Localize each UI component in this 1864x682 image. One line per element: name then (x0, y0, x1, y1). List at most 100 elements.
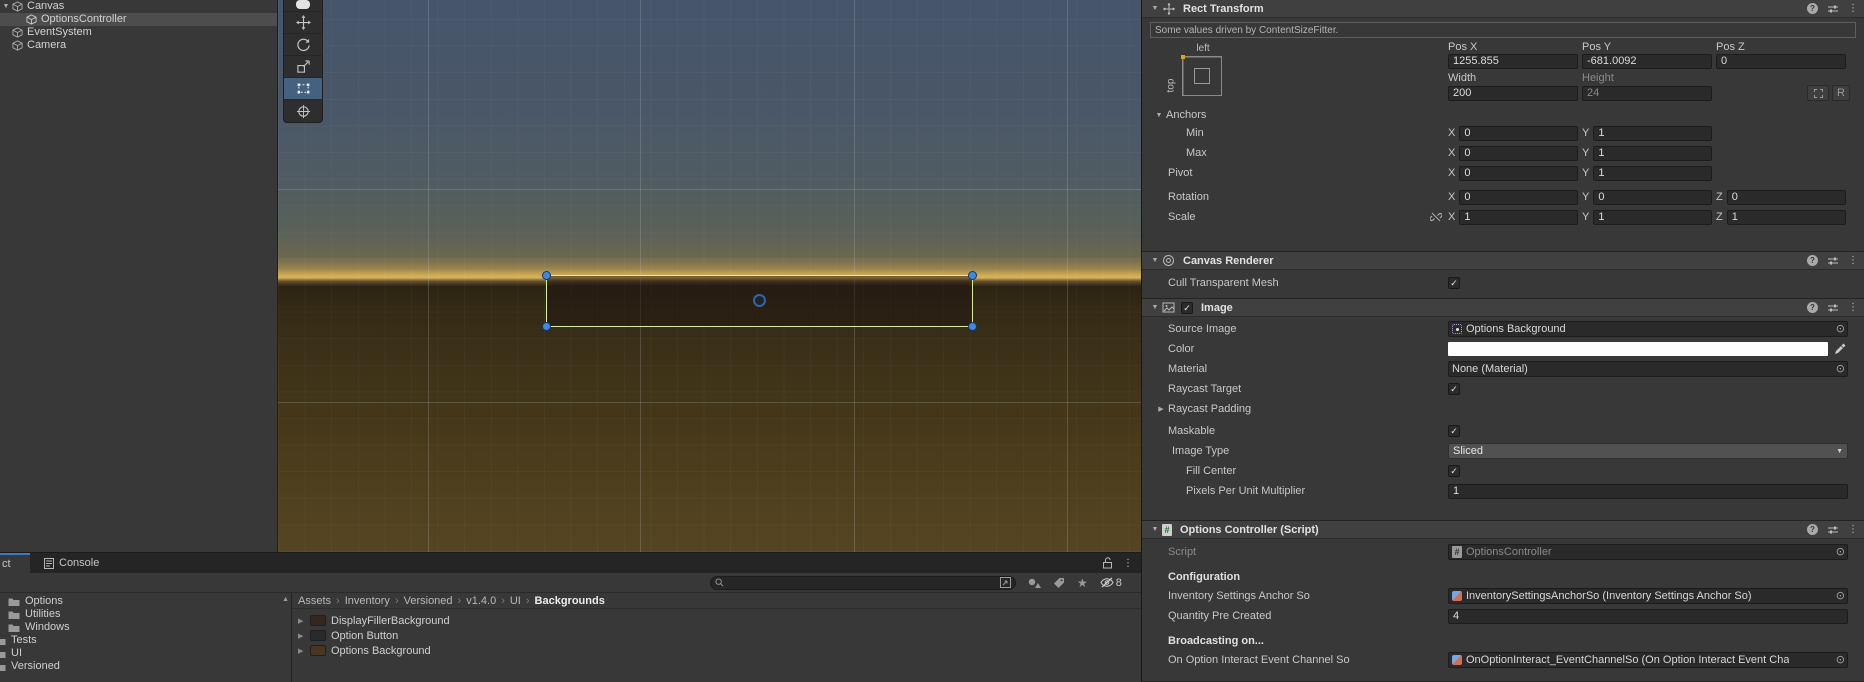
hierarchy-item-camera[interactable]: Camera (0, 39, 277, 52)
unlock-icon[interactable] (1102, 557, 1113, 569)
anchor-min-x-field[interactable]: 0 (1459, 125, 1578, 141)
canvas-renderer-header[interactable]: ▼ Canvas Renderer ? ⋮ (1142, 252, 1864, 270)
selected-rect-gizmo[interactable] (542, 271, 977, 331)
breadcrumb-item[interactable]: UI (510, 595, 521, 607)
scene-view[interactable] (278, 0, 1141, 552)
help-icon[interactable]: ? (1807, 524, 1818, 535)
cull-transparent-mesh-checkbox[interactable]: ✓ (1448, 277, 1460, 289)
pivot-handle[interactable] (752, 294, 766, 307)
hierarchy-item-optionscontroller[interactable]: OptionsController (0, 13, 277, 26)
pos-x-field[interactable]: 1255.855 (1448, 54, 1578, 69)
breadcrumb-item[interactable]: v1.4.0 (466, 595, 496, 607)
expander-icon[interactable]: ▶ (298, 617, 310, 625)
options-controller-header[interactable]: ▼ # Options Controller (Script) ? ⋮ (1142, 521, 1864, 539)
favorites-star-icon[interactable]: ★ (1077, 576, 1088, 590)
help-icon[interactable]: ? (1807, 3, 1818, 14)
anchor-min-y-field[interactable]: 1 (1593, 125, 1712, 141)
scale-x-field[interactable]: 1 (1459, 209, 1578, 225)
width-field[interactable]: 200 (1448, 85, 1578, 101)
transform-tool-button[interactable] (284, 100, 322, 122)
inventory-settings-anchor-field[interactable]: InventorySettingsAnchorSo (Inventory Set… (1448, 588, 1848, 604)
foldout-icon[interactable]: ▼ (1148, 304, 1162, 311)
hierarchy-item-eventsystem[interactable]: EventSystem (0, 26, 277, 39)
folder-item[interactable]: Utilities (0, 608, 291, 621)
scale-z-field[interactable]: 1 (1726, 209, 1846, 225)
expander-icon[interactable]: ▼ (0, 0, 12, 13)
presets-icon[interactable] (1827, 302, 1839, 314)
tab-project[interactable]: ct (0, 553, 30, 573)
material-field[interactable]: None (Material) ⊙ (1448, 361, 1848, 377)
anchor-max-y-field[interactable]: 1 (1593, 145, 1712, 161)
asset-item[interactable]: ▶ Options Background (292, 643, 1141, 658)
asset-item[interactable]: ▶ Option Button (292, 628, 1141, 643)
presets-icon[interactable] (1827, 3, 1839, 15)
help-icon[interactable]: ? (1807, 302, 1818, 313)
hidden-count-toggle[interactable]: 8 (1100, 577, 1122, 589)
rect-tool-button[interactable] (284, 78, 322, 100)
kebab-menu-icon[interactable]: ⋮ (1123, 558, 1133, 569)
raycast-target-checkbox[interactable]: ✓ (1448, 383, 1460, 395)
folder-item[interactable]: UI (0, 647, 291, 660)
breadcrumb-item[interactable]: Assets (298, 595, 331, 607)
breadcrumb-item-current[interactable]: Backgrounds (535, 595, 605, 607)
search-input[interactable] (710, 575, 1016, 590)
foldout-icon[interactable]: ▶ (1154, 405, 1168, 413)
blueprint-mode-button[interactable] (1807, 85, 1829, 101)
breadcrumb-item[interactable]: Versioned (404, 595, 453, 607)
ppu-multiplier-field[interactable]: 1 (1448, 483, 1848, 499)
kebab-menu-icon[interactable]: ⋮ (1848, 302, 1858, 313)
foldout-icon[interactable]: ▼ (1148, 5, 1162, 12)
rect-handle-top-right[interactable] (968, 271, 977, 280)
presets-icon[interactable] (1827, 255, 1839, 267)
move-tool-button[interactable] (284, 12, 322, 34)
breadcrumb-item[interactable]: Inventory (345, 595, 390, 607)
pivot-y-field[interactable]: 1 (1593, 165, 1712, 181)
fill-center-checkbox[interactable]: ✓ (1448, 465, 1460, 477)
tab-console[interactable]: Console (36, 553, 107, 573)
pivot-x-field[interactable]: 0 (1459, 165, 1578, 181)
scale-y-field[interactable]: 1 (1593, 209, 1712, 225)
rect-transform-header[interactable]: ▼ Rect Transform ? ⋮ (1142, 0, 1864, 18)
folder-item[interactable]: Tests (0, 634, 291, 647)
color-swatch[interactable] (1448, 342, 1828, 356)
scale-tool-button[interactable] (284, 56, 322, 78)
presets-icon[interactable] (1827, 524, 1839, 536)
help-icon[interactable]: ? (1807, 255, 1818, 266)
object-picker-icon[interactable]: ⊙ (1836, 653, 1845, 667)
object-picker-icon[interactable]: ⊙ (1836, 589, 1845, 603)
raw-edit-mode-button[interactable]: R (1832, 85, 1850, 101)
foldout-icon[interactable]: ▼ (1148, 526, 1162, 533)
search-in-icon[interactable] (1000, 577, 1011, 588)
image-header[interactable]: ▼ ✓ Image ? ⋮ (1142, 299, 1864, 317)
expander-icon[interactable]: ▶ (298, 632, 310, 640)
foldout-icon[interactable]: ▼ (1148, 257, 1162, 264)
rotation-y-field[interactable]: 0 (1593, 189, 1712, 205)
scale-link-icon[interactable] (1430, 211, 1442, 223)
rotation-x-field[interactable]: 0 (1459, 189, 1578, 205)
anchors-foldout[interactable]: ▼ Anchors (1152, 109, 1864, 121)
view-tool-button[interactable] (284, 0, 322, 12)
filter-by-type-icon[interactable] (1028, 577, 1041, 589)
rect-handle-bottom-right[interactable] (968, 322, 977, 331)
folder-item[interactable]: Options (0, 595, 291, 608)
expander-icon[interactable]: ▶ (298, 647, 310, 655)
asset-item[interactable]: ▶ DisplayFillerBackground (292, 613, 1141, 628)
filter-by-label-icon[interactable] (1053, 577, 1065, 589)
source-image-field[interactable]: Options Background ⊙ (1448, 321, 1848, 337)
anchor-preset-widget[interactable]: left top (1162, 43, 1222, 114)
rotation-z-field[interactable]: 0 (1726, 189, 1846, 205)
quantity-pre-created-field[interactable]: 4 (1448, 608, 1848, 624)
pos-z-field[interactable]: 0 (1716, 54, 1846, 69)
kebab-menu-icon[interactable]: ⋮ (1848, 524, 1858, 535)
object-picker-icon[interactable]: ⊙ (1836, 322, 1845, 336)
kebab-menu-icon[interactable]: ⋮ (1848, 255, 1858, 266)
folder-item[interactable]: Versioned (0, 660, 291, 673)
kebab-menu-icon[interactable]: ⋮ (1848, 3, 1858, 14)
maskable-checkbox[interactable]: ✓ (1448, 425, 1460, 437)
rect-handle-bottom-left[interactable] (542, 322, 551, 331)
object-picker-icon[interactable]: ⊙ (1836, 362, 1845, 376)
eyedropper-icon[interactable] (1834, 343, 1846, 355)
anchor-max-x-field[interactable]: 0 (1459, 145, 1578, 161)
folder-item[interactable]: Windows (0, 621, 291, 634)
image-type-dropdown[interactable]: Sliced ▼ (1448, 443, 1848, 459)
